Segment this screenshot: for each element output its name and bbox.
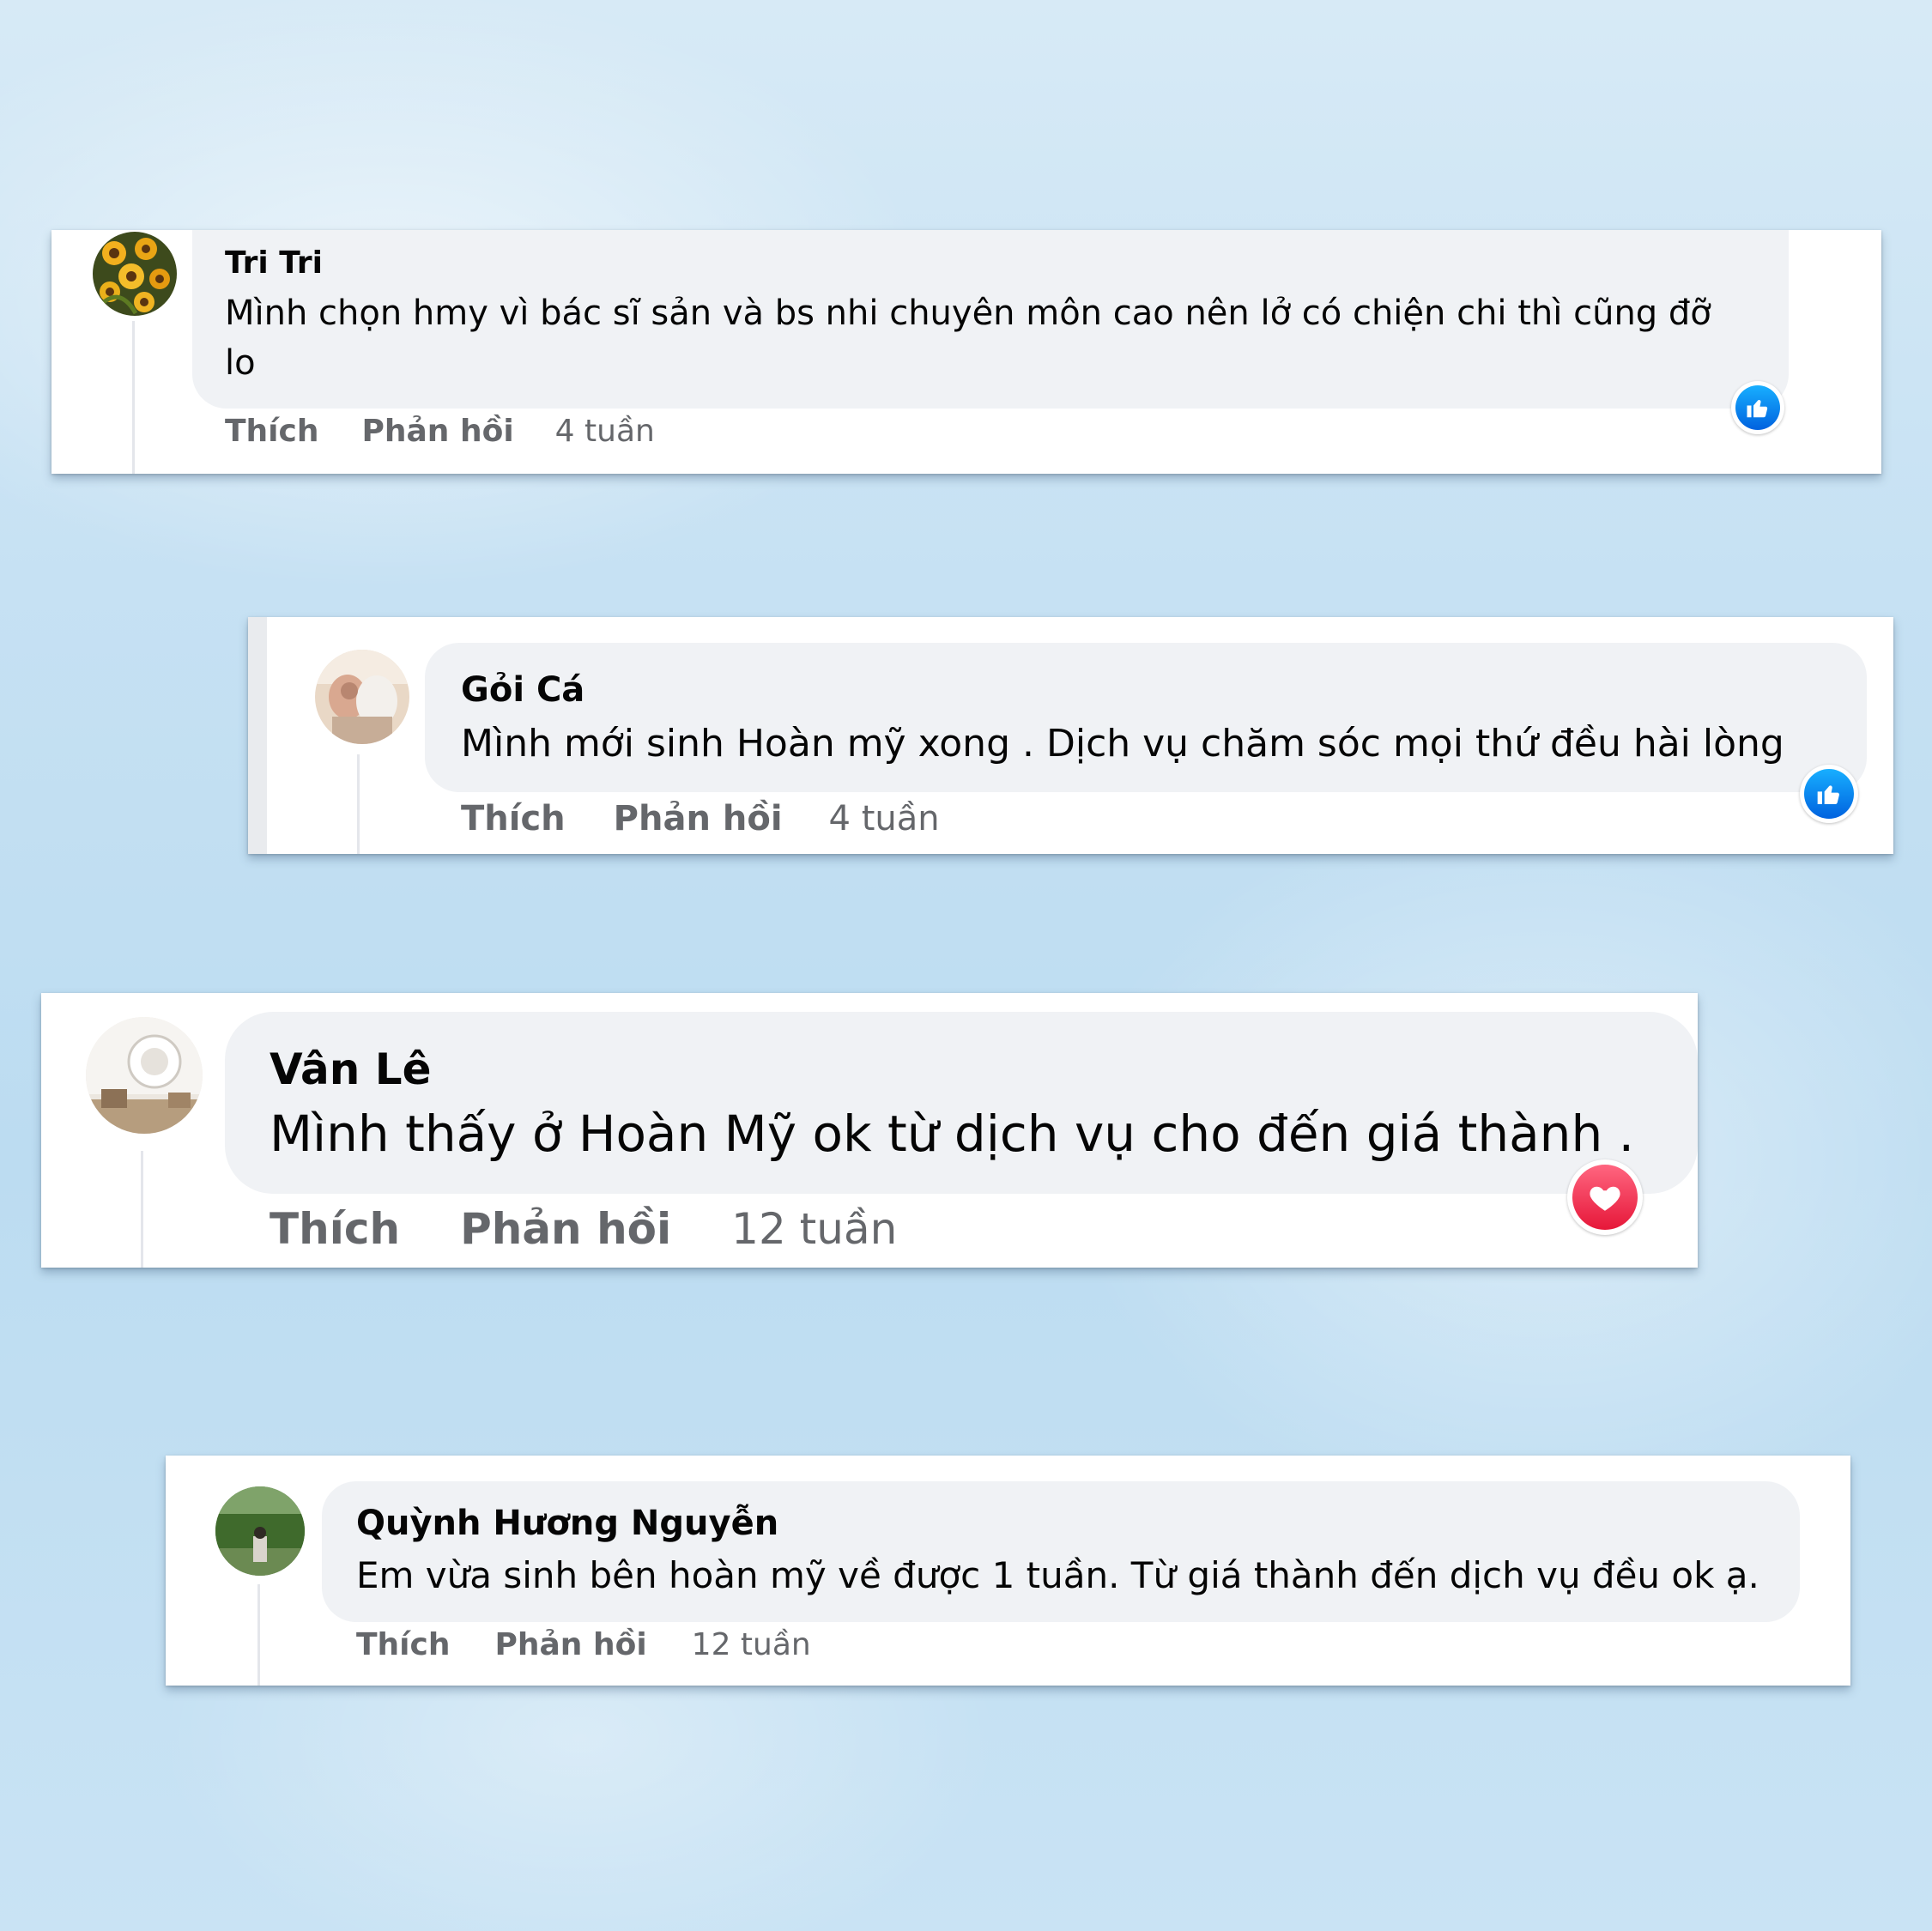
timestamp[interactable]: 12 tuần [731, 1204, 897, 1254]
reaction-badge[interactable] [1567, 1159, 1643, 1235]
author-name[interactable]: Tri Tri [225, 245, 323, 281]
comment-actions: Thích Phản hồi 12 tuần [270, 1204, 897, 1254]
comment-card-goi-ca: Gỏi Cá Mình mới sinh Hoàn mỹ xong . Dịch… [248, 617, 1893, 854]
timestamp[interactable]: 4 tuần [555, 414, 655, 449]
thread-line [357, 754, 360, 854]
timestamp[interactable]: 4 tuần [829, 799, 940, 838]
room-avatar-image [86, 1017, 203, 1134]
thread-line [132, 321, 135, 474]
like-icon [1804, 769, 1854, 819]
comment-card-van-le: Vân Lê Mình thấy ở Hoàn Mỹ ok từ dịch vụ… [41, 993, 1698, 1268]
love-icon [1572, 1165, 1638, 1230]
avatar[interactable] [93, 232, 177, 316]
thread-line [257, 1584, 260, 1686]
avatar[interactable] [315, 650, 409, 744]
person-avatar-image [315, 650, 409, 744]
like-link[interactable]: Thích [225, 414, 319, 449]
reply-link[interactable]: Phản hồi [460, 1204, 671, 1254]
panel-left-edge [248, 617, 267, 854]
thread-line [141, 1151, 143, 1268]
sunflower-avatar-image [93, 232, 177, 316]
avatar[interactable] [86, 1017, 203, 1134]
like-link[interactable]: Thích [461, 799, 566, 838]
reply-link[interactable]: Phản hồi [614, 799, 783, 838]
comment-text: Mình thấy ở Hoàn Mỹ ok từ dịch vụ cho đế… [270, 1105, 1635, 1163]
landscape-avatar-image [215, 1486, 305, 1576]
comment-card-tri-tri: Tri Tri Mình chọn hmy vì bác sĩ sản và b… [51, 230, 1881, 474]
comment-text: Mình chọn hmy vì bác sĩ sản và bs nhi ch… [225, 294, 1711, 383]
reaction-badge[interactable] [1731, 381, 1784, 434]
author-name[interactable]: Vân Lê [270, 1044, 431, 1094]
comment-actions: Thích Phản hồi 4 tuần [225, 414, 655, 449]
comment-actions: Thích Phản hồi 12 tuần [356, 1627, 811, 1662]
reply-link[interactable]: Phản hồi [362, 414, 514, 449]
like-link[interactable]: Thích [270, 1204, 400, 1254]
author-name[interactable]: Quỳnh Hương Nguyễn [356, 1504, 778, 1543]
comment-text: Mình mới sinh Hoàn mỹ xong . Dịch vụ chă… [461, 722, 1784, 766]
comment-actions: Thích Phản hồi 4 tuần [461, 799, 940, 838]
comment-text: Em vừa sinh bên hoàn mỹ về được 1 tuần. … [356, 1554, 1759, 1596]
timestamp[interactable]: 12 tuần [692, 1627, 811, 1662]
like-icon [1735, 385, 1780, 430]
comment-card-quynh-huong-nguyen: Quỳnh Hương Nguyễn Em vừa sinh bên hoàn … [166, 1456, 1850, 1686]
reaction-badge[interactable] [1800, 765, 1858, 823]
like-link[interactable]: Thích [356, 1627, 451, 1662]
author-name[interactable]: Gỏi Cá [461, 670, 584, 710]
avatar[interactable] [215, 1486, 305, 1576]
reply-link[interactable]: Phản hồi [495, 1627, 647, 1662]
